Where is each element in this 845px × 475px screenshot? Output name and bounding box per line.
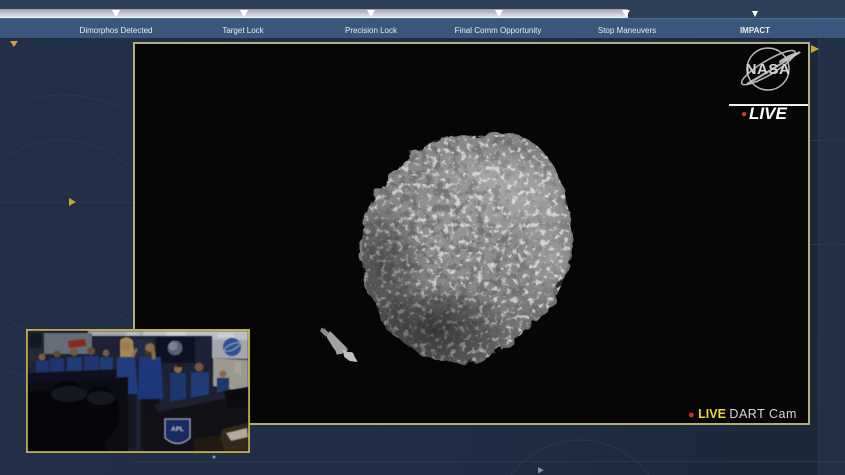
svg-text:NASA: NASA [746,62,791,78]
svg-text:APL: APL [171,426,184,433]
